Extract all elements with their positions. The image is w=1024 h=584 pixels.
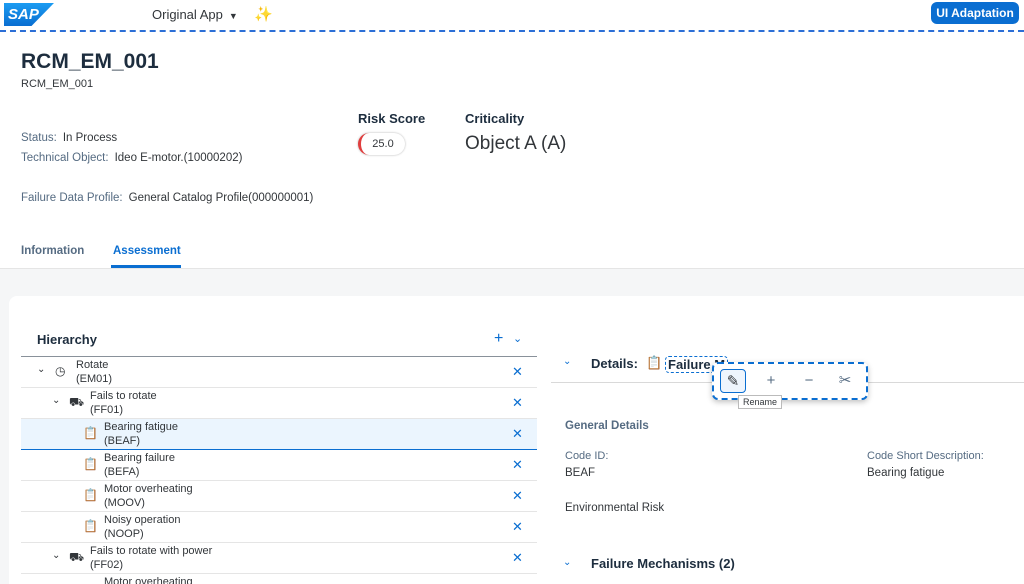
tree-row-code: (BEFA) (104, 466, 140, 478)
sap-logo[interactable]: SAP (4, 3, 54, 26)
environmental-risk-value: Environmental Risk (565, 502, 665, 514)
tree-row[interactable]: ⌄ ⛟ Fails to rotate with power (FF02) ✕ (21, 543, 537, 574)
pencil-icon[interactable]: ✎ (720, 369, 746, 393)
code-short-description-label: Code Short Description: (867, 450, 984, 462)
magic-wand-icon[interactable]: ✨ (254, 5, 273, 23)
ui-adaptation-button[interactable]: UI Adaptation (931, 2, 1019, 24)
scissors-icon[interactable]: ✂ (832, 369, 858, 393)
tree-row-code: (NOOP) (104, 528, 144, 540)
minus-icon[interactable]: − (796, 369, 822, 393)
tree-row[interactable]: ⌄ ⛟ Fails to rotate (FF01) ✕ (21, 388, 537, 419)
failure-data-profile-label: Failure Data Profile: (21, 192, 123, 204)
remove-icon[interactable]: ✕ (512, 488, 523, 504)
app-title-menu[interactable]: Original App ▼ (152, 7, 238, 22)
tree-row-name: Bearing fatigue (104, 421, 178, 433)
failure-mechanisms-title: Failure Mechanisms (2) (591, 556, 735, 571)
add-icon[interactable]: + (494, 330, 503, 348)
tree-row[interactable]: Motor overheating (21, 574, 537, 584)
status-attribute: Status: In Process (21, 132, 117, 144)
code-id-label: Code ID: (565, 450, 609, 462)
status-label: Status: (21, 132, 57, 144)
tree-row-name: Rotate (76, 359, 109, 371)
caret-down-icon: ▼ (228, 11, 238, 21)
clipboard-icon: 📋 (83, 426, 98, 440)
tree-row-name: Motor overheating (104, 483, 193, 495)
clipboard-icon: 📋 (83, 457, 98, 471)
risk-score-label: Risk Score (358, 111, 426, 126)
tree-row-name: Fails to rotate with power (90, 545, 213, 557)
plus-icon[interactable]: + (758, 369, 784, 393)
tree-row-code: (FF01) (90, 404, 123, 416)
technical-object-value[interactable]: Ideo E-motor.(10000202) (115, 152, 243, 164)
tree-row[interactable]: ⌄ ◷ Rotate (EM01) ✕ (21, 357, 537, 388)
chevron-down-icon[interactable]: ⌄ (563, 557, 571, 568)
clipboard-icon: 📋 (83, 519, 98, 533)
remove-icon[interactable]: ✕ (512, 426, 523, 442)
tree-row-selected[interactable]: 📋 Bearing fatigue (BEAF) ✕ (21, 419, 537, 450)
tree-row-name: Fails to rotate (90, 390, 157, 402)
remove-icon[interactable]: ✕ (512, 364, 523, 380)
chevron-down-icon[interactable]: ⌄ (563, 356, 571, 367)
chevron-down-icon[interactable]: ⌄ (37, 364, 45, 375)
status-value: In Process (62, 132, 118, 144)
tree-row[interactable]: 📋 Bearing failure (BEFA) ✕ (21, 450, 537, 481)
tree-row-code: (FF02) (90, 559, 123, 571)
code-id-value: BEAF (565, 467, 596, 479)
criticality-label: Criticality (465, 111, 525, 126)
chevron-down-icon[interactable]: ⌄ (52, 550, 60, 561)
clipboard-icon: 📋 (83, 488, 98, 502)
hierarchy-title: Hierarchy (37, 332, 97, 347)
page-subtitle: RCM_EM_001 (21, 78, 94, 90)
tree-row-name: Noisy operation (104, 514, 181, 526)
code-short-description-value: Bearing fatigue (867, 467, 945, 479)
shell-bar: SAP Original App ▼ ✨ UI Adaptation (0, 0, 1024, 31)
chevron-down-icon[interactable]: ⌄ (513, 332, 522, 345)
tab-assessment[interactable]: Assessment (113, 245, 181, 257)
tree-row[interactable]: 📋 Motor overheating (MOOV) ✕ (21, 481, 537, 512)
remove-icon[interactable]: ✕ (512, 457, 523, 473)
failure-data-profile-value: General Catalog Profile(000000001) (128, 192, 314, 204)
tree-row-name: Motor overheating (104, 576, 193, 584)
gauge-icon: ◷ (55, 364, 66, 378)
risk-score-value: 25.0 (358, 133, 405, 155)
failure-data-profile-attribute: Failure Data Profile: General Catalog Pro… (21, 192, 313, 204)
remove-icon[interactable]: ✕ (512, 519, 523, 535)
car-icon: ⛟ (69, 395, 85, 409)
chevron-down-icon[interactable]: ⌄ (52, 395, 60, 406)
tree-row-code: (EM01) (76, 373, 113, 385)
clipboard-icon: 📋 (646, 355, 663, 370)
page-title: RCM_EM_001 (21, 50, 159, 73)
criticality-value: Object A (A) (465, 133, 567, 154)
remove-icon[interactable]: ✕ (512, 395, 523, 411)
adaptation-context-menu: ✎ + − ✂ (712, 362, 868, 400)
tree-row-name: Bearing failure (104, 452, 175, 464)
technical-object-label: Technical Object: (21, 152, 109, 164)
general-details-title: General Details (565, 420, 649, 432)
details-title: Details: (591, 356, 638, 371)
remove-icon[interactable]: ✕ (512, 550, 523, 566)
car-icon: ⛟ (69, 550, 85, 564)
tree-row-code: (BEAF) (104, 435, 141, 447)
rename-tooltip: Rename (738, 395, 783, 409)
adaptation-border (0, 30, 1024, 33)
app-title-label: Original App (152, 7, 223, 22)
tree-row-code: (MOOV) (104, 497, 145, 509)
tree-row[interactable]: 📋 Noisy operation (NOOP) ✕ (21, 512, 537, 543)
tab-information[interactable]: Information (21, 245, 84, 257)
technical-object-attribute: Technical Object: Ideo E-motor.(10000202) (21, 152, 242, 164)
